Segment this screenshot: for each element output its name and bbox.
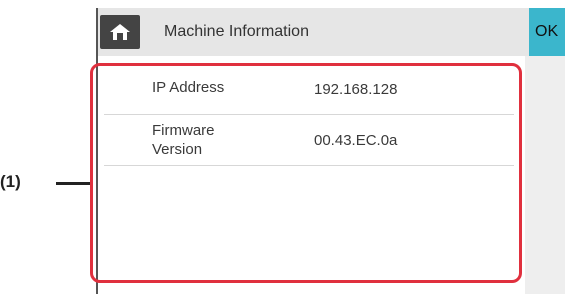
scroll-area: [525, 56, 565, 294]
highlight-box: [90, 63, 522, 283]
page-title: Machine Information: [164, 23, 309, 40]
ok-button[interactable]: OK: [529, 8, 565, 56]
callout-line: [56, 182, 90, 185]
title-bar: Machine Information OK: [96, 8, 565, 56]
callout-label: (1): [0, 172, 21, 191]
home-icon: [110, 24, 130, 40]
home-button[interactable]: [100, 15, 140, 49]
